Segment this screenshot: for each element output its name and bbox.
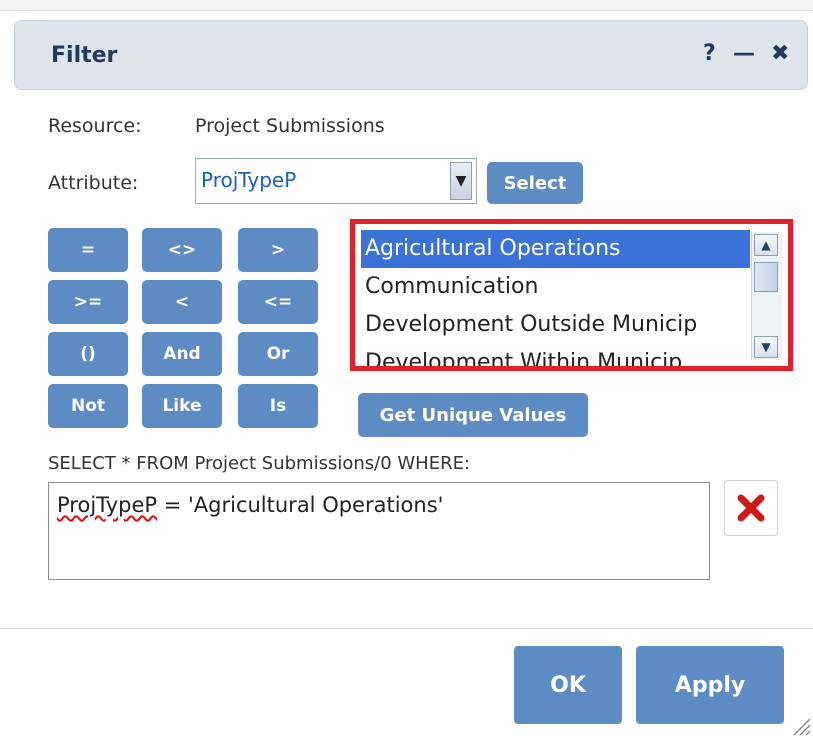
list-item[interactable]: Development Within Municip	[361, 344, 750, 366]
scroll-down-icon[interactable]: ▼	[754, 336, 778, 358]
operator-not-equal-button[interactable]: <>	[142, 228, 222, 272]
help-icon[interactable]: ?	[703, 41, 716, 66]
query-field-name: ProjTypeP	[57, 493, 158, 517]
footer-divider	[0, 628, 813, 629]
red-x-icon	[737, 494, 765, 522]
list-item[interactable]: Development Outside Municip	[361, 306, 750, 344]
list-item[interactable]: Agricultural Operations	[361, 230, 750, 268]
resize-grip-icon[interactable]	[791, 716, 811, 736]
attribute-select[interactable]: ProjTypeP ▼	[195, 158, 477, 204]
operator-greater-button[interactable]: >	[238, 228, 318, 272]
operator-less-button[interactable]: <	[142, 280, 222, 324]
operator-and-button[interactable]: And	[142, 332, 222, 376]
operator-is-button[interactable]: Is	[238, 384, 318, 428]
apply-button[interactable]: Apply	[636, 646, 784, 724]
operator-not-button[interactable]: Not	[48, 384, 128, 428]
scroll-thumb[interactable]	[754, 262, 778, 292]
list-scrollbar[interactable]: ▲ ▼	[751, 232, 782, 360]
attribute-label: Attribute:	[48, 172, 139, 194]
operator-less-equal-button[interactable]: <=	[238, 280, 318, 324]
query-expression: = 'Agricultural Operations'	[157, 493, 444, 517]
select-button[interactable]: Select	[487, 162, 583, 204]
query-textarea[interactable]: ProjTypeP = 'Agricultural Operations'	[48, 482, 710, 580]
get-unique-values-button[interactable]: Get Unique Values	[358, 393, 588, 437]
unique-values-list[interactable]: Agricultural Operations Communication De…	[350, 219, 793, 371]
top-strip	[0, 0, 813, 11]
clear-query-button[interactable]	[724, 480, 778, 536]
resource-value: Project Submissions	[195, 115, 385, 137]
ok-button[interactable]: OK	[514, 646, 622, 724]
query-prefix-label: SELECT * FROM Project Submissions/0 WHER…	[48, 453, 471, 474]
close-icon[interactable]: ✖	[771, 41, 789, 66]
operator-equals-button[interactable]: =	[48, 228, 128, 272]
resource-label: Resource:	[48, 115, 142, 137]
operator-or-button[interactable]: Or	[238, 332, 318, 376]
chevron-down-icon[interactable]: ▼	[450, 162, 472, 200]
minimize-icon[interactable]: —	[733, 41, 755, 66]
dialog-title-bar[interactable]: Filter ? — ✖	[14, 20, 808, 90]
scroll-up-icon[interactable]: ▲	[754, 234, 778, 256]
dialog-title: Filter	[51, 43, 118, 68]
operator-like-button[interactable]: Like	[142, 384, 222, 428]
attribute-select-value: ProjTypeP	[201, 168, 297, 192]
list-item[interactable]: Communication	[361, 268, 750, 306]
operator-parentheses-button[interactable]: ()	[48, 332, 128, 376]
operator-greater-equal-button[interactable]: >=	[48, 280, 128, 324]
